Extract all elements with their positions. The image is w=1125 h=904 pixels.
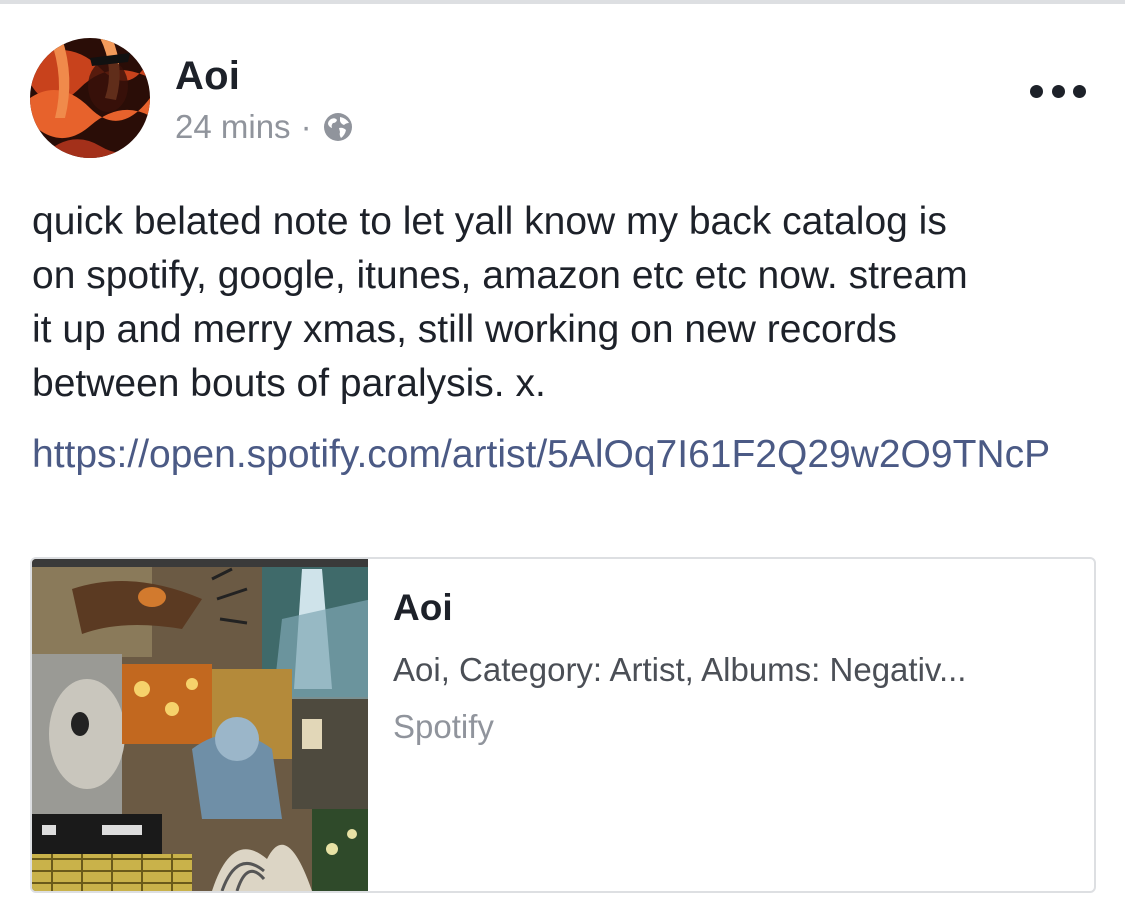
card-title: Aoi [393,587,453,628]
post-link[interactable]: https://open.spotify.com/artist/5AlOq7I6… [32,428,1102,481]
author-name[interactable]: Aoi [175,54,240,99]
more-horizontal-icon [1030,84,1043,98]
more-options-button[interactable] [1030,74,1086,108]
link-preview-card[interactable]: Aoi Aoi, Category: Artist, Albums: Negat… [30,557,1096,893]
post-text: quick belated note to let yall know my b… [32,200,968,405]
globe-icon [322,111,354,143]
post: Aoi 24 mins · quick belated note to let … [0,4,1125,904]
avatar-image [30,38,150,158]
card-description: Aoi, Category: Artist, Albums: Negativ..… [393,651,967,688]
post-meta: 24 mins · [175,108,354,146]
meta-separator: · [300,108,312,145]
author-avatar[interactable] [30,38,150,158]
card-source: Spotify [393,708,494,745]
album-collage-image [32,559,368,891]
post-timestamp[interactable]: 24 mins [175,108,291,146]
